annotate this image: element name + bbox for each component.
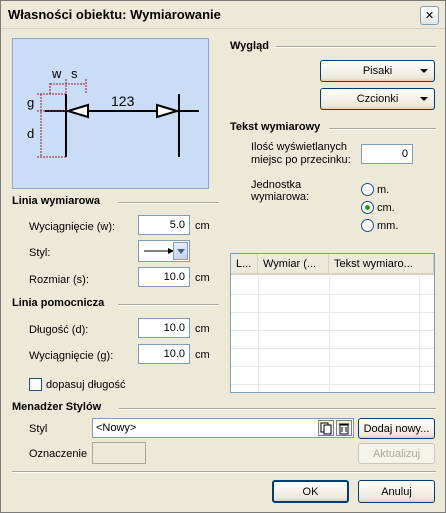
unit-m-label: m. [377,184,390,196]
label-value: 123 [111,93,135,109]
close-button[interactable]: ✕ [420,6,439,25]
styl-manager-label: Styl [29,423,48,435]
styl-select[interactable] [138,240,190,262]
unit-mm-radio[interactable] [361,219,374,232]
linia-pomocnicza-title: Linia pomocnicza [12,297,105,309]
label-w: w [51,66,62,81]
wyciagniecie-w-unit: cm [195,220,210,232]
window-title: Własności obiektu: Wymiarowanie [8,7,221,22]
ok-button[interactable]: OK [272,480,349,503]
ilosc-input[interactable]: 0 [361,144,413,164]
delete-style-icon[interactable] [336,420,352,436]
jednostka-label-line2: wymiarowa: [251,191,310,203]
column-header-wymiar[interactable]: Wymiar (... [258,254,329,275]
line-style-preview [144,248,174,254]
pisaki-label: Pisaki [362,65,393,77]
linia-wymiarowa-title: Linia wymiarowa [12,195,101,207]
dodaj-nowy-button[interactable]: Dodaj nowy... [358,418,435,439]
triangle-down-icon [420,97,428,101]
wyciagniecie-g-unit: cm [195,349,210,361]
unit-mm-label: mm. [377,220,399,232]
section-divider [119,408,436,410]
wyciagniecie-g-label: Wyciągnięcie (g): [29,350,114,362]
column-header-l[interactable]: L... [231,254,258,275]
styl-label: Styl: [29,247,51,259]
czcionki-button[interactable]: Czcionki [320,88,435,110]
rozmiar-unit: cm [195,272,210,284]
label-d: d [27,126,34,141]
oznaczenie-input[interactable] [92,442,146,464]
dopasuj-checkbox[interactable] [29,378,42,391]
dimensions-table[interactable]: L... Wymiar (... Tekst wymiaro... [230,253,435,393]
aktualizuj-button[interactable]: Aktualizuj [358,443,435,464]
dlugosc-unit: cm [195,323,210,335]
chevron-down-icon [177,249,185,254]
styl-dropdown-button[interactable] [173,242,188,260]
dopasuj-label: dopasuj długość [46,379,126,391]
properties-dialog: Własności obiektu: Wymiarowanie ✕ w s g … [0,0,446,513]
label-s: s [71,66,78,81]
footer-divider [12,471,436,473]
menadzer-title: Menadżer Stylów [12,401,102,413]
czcionki-label: Czcionki [356,93,399,105]
section-divider [329,128,436,130]
anuluj-button[interactable]: Anuluj [358,480,435,503]
dimension-preview: w s g d 123 [12,38,209,189]
rozmiar-label: Rozmiar (s): [29,274,89,286]
close-icon: ✕ [424,10,435,22]
ilosc-label-line2: miejsc po przecinku: [251,154,351,166]
column-header-tekst[interactable]: Tekst wymiaro... [329,254,434,275]
dlugosc-input[interactable]: 10.0 [138,318,190,338]
styl-manager-select[interactable]: <Nowy> [92,418,354,438]
section-divider [118,202,219,204]
section-divider [118,304,219,306]
unit-m-radio[interactable] [361,183,374,196]
triangle-down-icon [420,69,428,73]
dlugosc-label: Długość (d): [29,324,89,336]
copy-style-icon[interactable] [318,420,334,436]
tekst-wymiarowy-title: Tekst wymiarowy [230,121,321,133]
wyciagniecie-w-input[interactable]: 5.0 [138,215,190,235]
wyglad-title: Wygląd [230,40,269,52]
ilosc-label-line1: Ilość wyświetlanych [251,141,347,153]
wyciagniecie-w-label: Wyciągnięcie (w): [29,221,116,233]
rozmiar-input[interactable]: 10.0 [138,267,190,287]
unit-cm-radio[interactable] [361,201,374,214]
label-g: g [27,95,34,110]
styl-manager-value: <Nowy> [96,422,137,434]
arrow-right [156,103,181,119]
arrow-left [64,103,89,119]
oznaczenie-label: Oznaczenie [29,448,88,460]
unit-cm-label: cm. [377,202,395,214]
title-bar: Własności obiektu: Wymiarowanie ✕ [1,1,445,29]
wyciagniecie-g-input[interactable]: 10.0 [138,344,190,364]
dimension-preview-drawing: w s g d 123 [27,66,199,158]
section-divider [276,46,436,48]
pisaki-button[interactable]: Pisaki [320,60,435,82]
jednostka-label-line1: Jednostka [251,179,302,191]
